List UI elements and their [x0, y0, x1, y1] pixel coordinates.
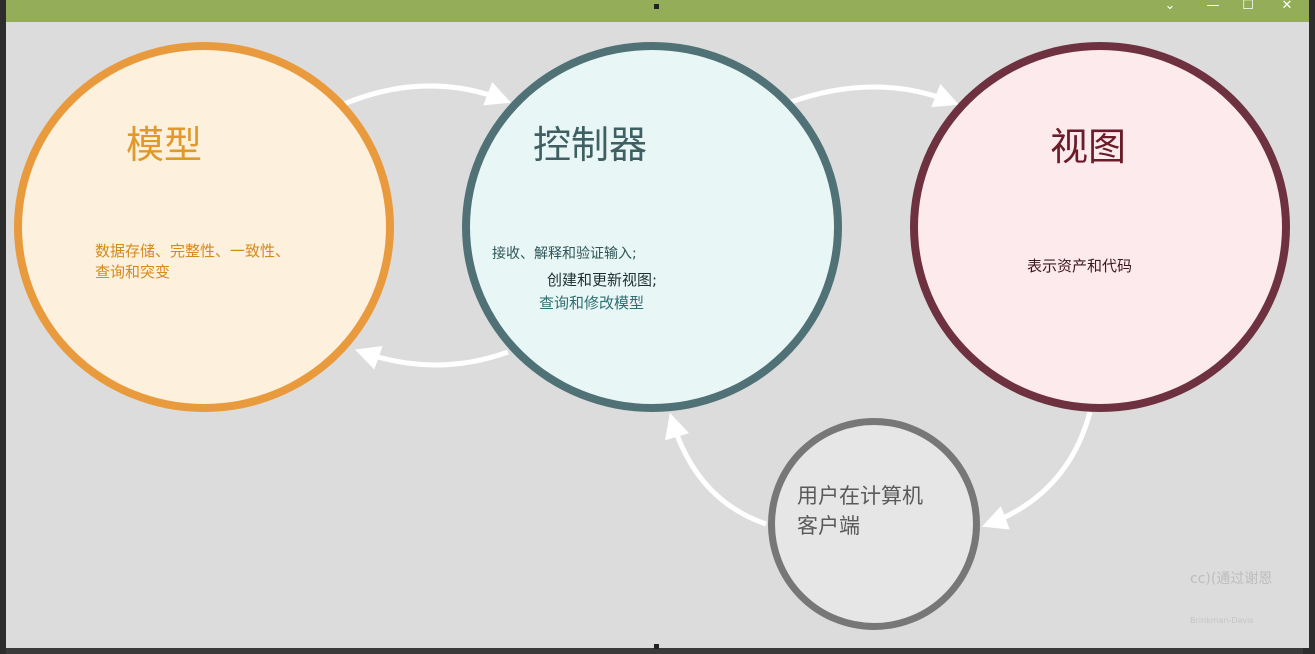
author-watermark: Brinkman-Davis [1190, 616, 1254, 625]
model-description-line2: 查询和突变 [95, 263, 171, 281]
controller-line2: 创建和更新视图; [547, 271, 658, 289]
mvc-diagram: 模型 数据存储、完整性、一致性、 查询和突变 控制器 接收、解释和验证输入; 创… [6, 0, 1309, 648]
license-watermark: cc)(通过谢恩 [1190, 571, 1273, 587]
model-circle [14, 42, 394, 412]
view-circle [910, 42, 1290, 412]
arrow-model-to-controller [343, 82, 512, 107]
user-label-line2: 客户端 [797, 514, 860, 538]
arrow-controller-to-view [790, 83, 959, 108]
arrow-view-to-user [981, 411, 1093, 530]
view-title: 视图 [1050, 125, 1127, 169]
controller-line3: 查询和修改模型 [539, 294, 645, 312]
presentation-window: ⌄ — ☐ ✕ 模型 数据存储、完整性、一致性、 查询和突变 控制器 接收、解释… [6, 0, 1309, 649]
controller-circle [462, 42, 842, 412]
model-title: 模型 [126, 123, 203, 167]
controller-line1: 接收、解释和验证输入; [492, 246, 637, 262]
model-description-line1: 数据存储、完整性、一致性、 [95, 242, 291, 260]
arrow-user-to-controller [665, 412, 767, 527]
user-label-line1: 用户在计算机 [797, 484, 923, 508]
view-description: 表示资产和代码 [1027, 257, 1133, 275]
controller-title: 控制器 [533, 123, 648, 167]
arrow-controller-to-model [354, 346, 509, 370]
